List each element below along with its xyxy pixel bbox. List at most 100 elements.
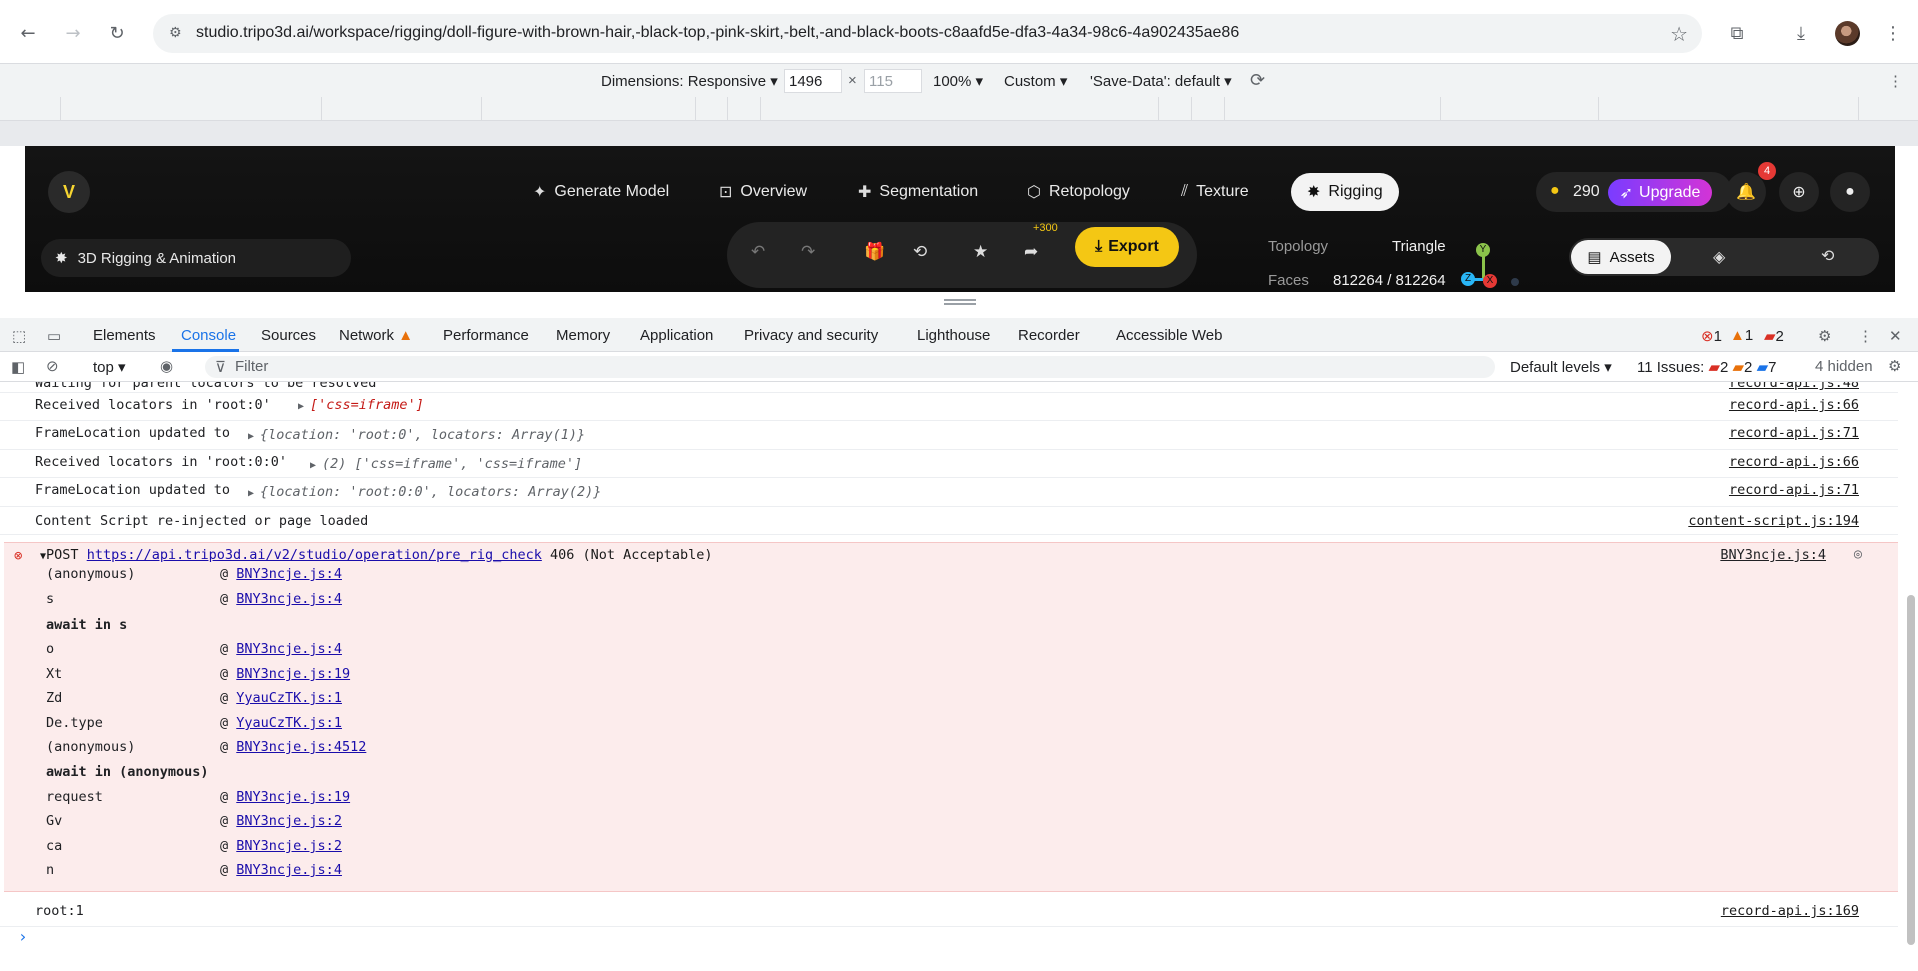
credit-bonus-label: +300 <box>1033 222 1058 234</box>
tab-application[interactable]: Application <box>640 327 713 344</box>
stack-frame-link[interactable]: BNY3ncje.js:2 <box>236 838 342 854</box>
nav-overview[interactable]: ⊡ Overview <box>719 173 807 211</box>
tab-console[interactable]: Console <box>181 327 236 344</box>
zoom-dropdown[interactable]: 100% ▾ <box>933 72 983 90</box>
back-icon[interactable]: ← <box>15 20 41 46</box>
tab-privacy-security[interactable]: Privacy and security <box>744 327 878 344</box>
console-settings-icon[interactable]: ⚙ <box>1888 357 1901 375</box>
tab-memory[interactable]: Memory <box>556 327 610 344</box>
address-bar[interactable]: ⚙ studio.tripo3d.ai/workspace/rigging/do… <box>153 14 1702 53</box>
favorite-star-icon[interactable]: ★ <box>973 242 988 262</box>
rotate-icon[interactable]: ⟳ <box>1250 70 1265 91</box>
network-panel-globe-icon[interactable]: ◎ <box>1854 546 1862 562</box>
url-text[interactable]: studio.tripo3d.ai/workspace/rigging/doll… <box>196 24 1239 42</box>
nav-rigging[interactable]: ✸ Rigging <box>1291 173 1399 211</box>
live-expression-eye-icon[interactable]: ◉ <box>160 357 173 375</box>
stack-frame-link[interactable]: BNY3ncje.js:4 <box>236 591 342 607</box>
tab-performance[interactable]: Performance <box>443 327 529 344</box>
nav-texture[interactable]: ⫽ Texture <box>1181 173 1249 211</box>
tab-recorder[interactable]: Recorder <box>1018 327 1080 344</box>
browser-toolbar: ← → ↻ ⚙ studio.tripo3d.ai/workspace/rigg… <box>0 0 1918 65</box>
devtools-settings-icon[interactable]: ⚙ <box>1818 327 1831 345</box>
undo-icon[interactable]: ↶ <box>751 242 765 262</box>
assets-tab[interactable]: ▤ Assets <box>1571 240 1671 274</box>
await-label: await in s <box>46 617 128 633</box>
devtools-menu-icon[interactable]: ⋮ <box>1858 327 1873 345</box>
extensions-icon[interactable]: ⧉ <box>1724 20 1750 46</box>
bookmark-star-icon[interactable]: ☆ <box>1670 22 1688 46</box>
sparkle-icon: ✦ <box>533 184 547 201</box>
stack-frame-link[interactable]: BNY3ncje.js:4 <box>236 641 342 657</box>
notifications-bell-icon[interactable]: 🔔 <box>1726 172 1766 212</box>
console-line: Received locators in 'root:0' ▶ ['css=ifr… <box>0 393 1898 421</box>
stack-frame-link[interactable]: YyauCzTK.js:1 <box>236 715 342 731</box>
download-icon[interactable]: ⤓ <box>1788 20 1814 46</box>
stack-frame-link[interactable]: BNY3ncje.js:4 <box>236 566 342 582</box>
axis-y-label: Y <box>1476 243 1490 257</box>
throttle-dropdown[interactable]: Custom ▾ <box>1004 72 1067 90</box>
language-globe-icon[interactable]: ⊕ <box>1779 172 1819 212</box>
console-scroll-thumb[interactable] <box>1907 595 1915 945</box>
share-icon[interactable]: ➦ <box>1024 242 1038 262</box>
overview-icon: ⊡ <box>719 184 733 201</box>
layers-icon[interactable]: ◈ <box>1713 247 1725 267</box>
profile-avatar[interactable] <box>1835 21 1860 46</box>
tab-elements[interactable]: Elements <box>93 327 156 344</box>
clear-console-icon[interactable]: ⊘ <box>46 357 59 375</box>
export-button[interactable]: ⤓ Export <box>1075 227 1179 267</box>
tab-sources[interactable]: Sources <box>261 327 316 344</box>
tab-lighthouse[interactable]: Lighthouse <box>917 327 990 344</box>
redo-icon[interactable]: ↷ <box>801 242 815 262</box>
tab-accessible-web[interactable]: Accessible Web <box>1116 327 1222 344</box>
user-account-icon[interactable]: ● <box>1830 172 1870 212</box>
nav-retopology[interactable]: ⬡ Retopology <box>1027 173 1130 211</box>
stack-frame-link[interactable]: BNY3ncje.js:4512 <box>236 739 366 755</box>
error-header[interactable]: ▼POST https://api.tripo3d.ai/v2/studio/o… <box>40 547 713 563</box>
context-selector[interactable]: top ▾ <box>93 358 126 376</box>
hidden-messages-count: 4 hidden <box>1815 358 1873 375</box>
browser-menu-icon[interactable]: ⋮ <box>1880 20 1906 46</box>
stack-frame-link[interactable]: YyauCzTK.js:1 <box>236 690 342 706</box>
stack-frame-link[interactable]: BNY3ncje.js:2 <box>236 813 342 829</box>
media-query-ruler[interactable] <box>0 97 1918 121</box>
tab-network[interactable]: Network ▲ <box>339 327 413 344</box>
stack-frame-link[interactable]: BNY3ncje.js:4 <box>236 862 342 878</box>
issues-summary[interactable]: 11 Issues: ▰2 ▰2 ▰7 <box>1637 358 1776 376</box>
console-toolbar: ◧ ⊘ top ▾ ◉ ⊽ Filter Default levels ▾ 11… <box>0 352 1918 382</box>
width-input[interactable]: 1496 <box>784 69 842 93</box>
animation-icon[interactable]: ⟲ <box>913 242 927 262</box>
rigging-figure-icon: ✸ <box>55 250 68 267</box>
height-input[interactable]: 115 <box>864 69 922 93</box>
upgrade-button[interactable]: ➶ Upgrade <box>1608 179 1712 206</box>
issue-count[interactable]: ▰2 <box>1764 327 1784 345</box>
error-count[interactable]: ⊗1 <box>1701 327 1722 345</box>
sidebar-toggle-icon[interactable]: ◧ <box>11 358 25 376</box>
error-icon: ⊗ <box>1701 328 1714 345</box>
site-info-icon[interactable]: ⚙ <box>169 25 182 41</box>
tripo-logo-icon[interactable]: V <box>48 171 90 213</box>
request-url-link[interactable]: https://api.tripo3d.ai/v2/studio/operati… <box>87 547 542 563</box>
console-filter-input[interactable]: ⊽ Filter <box>205 356 1495 378</box>
history-icon[interactable]: ⟲ <box>1821 246 1834 266</box>
close-devtools-icon[interactable]: ✕ <box>1889 327 1902 345</box>
log-levels-dropdown[interactable]: Default levels ▾ <box>1510 358 1612 376</box>
device-toolbar: Dimensions: Responsive ▾ 1496 × 115 100%… <box>0 63 1918 97</box>
stack-frame-link[interactable]: BNY3ncje.js:19 <box>236 789 350 805</box>
nav-segmentation[interactable]: ✚ Segmentation <box>858 173 978 211</box>
save-data-dropdown[interactable]: 'Save-Data': default ▾ <box>1090 72 1232 90</box>
reload-icon[interactable]: ↻ <box>104 20 130 46</box>
forward-icon[interactable]: → <box>60 20 86 46</box>
error-icon: ⊗ <box>14 548 23 564</box>
device-toggle-icon[interactable]: ▭ <box>47 327 61 345</box>
stack-frame-link[interactable]: BNY3ncje.js:19 <box>236 666 350 682</box>
gift-icon[interactable]: 🎁 <box>864 242 885 262</box>
devtools-resize-handle[interactable] <box>0 292 1918 316</box>
device-menu-icon[interactable]: ⋮ <box>1888 72 1903 90</box>
inspect-element-icon[interactable]: ⬚ <box>12 327 26 345</box>
nav-generate-model[interactable]: ✦ Generate Model <box>533 173 669 211</box>
axis-gizmo[interactable]: Y Z X <box>1461 242 1527 292</box>
warning-count[interactable]: ▲1 <box>1730 327 1753 344</box>
error-source-link[interactable]: BNY3ncje.js:4 <box>1720 547 1826 563</box>
console-prompt[interactable]: › <box>18 927 28 946</box>
dimensions-dropdown[interactable]: Dimensions: Responsive ▾ <box>601 72 778 90</box>
